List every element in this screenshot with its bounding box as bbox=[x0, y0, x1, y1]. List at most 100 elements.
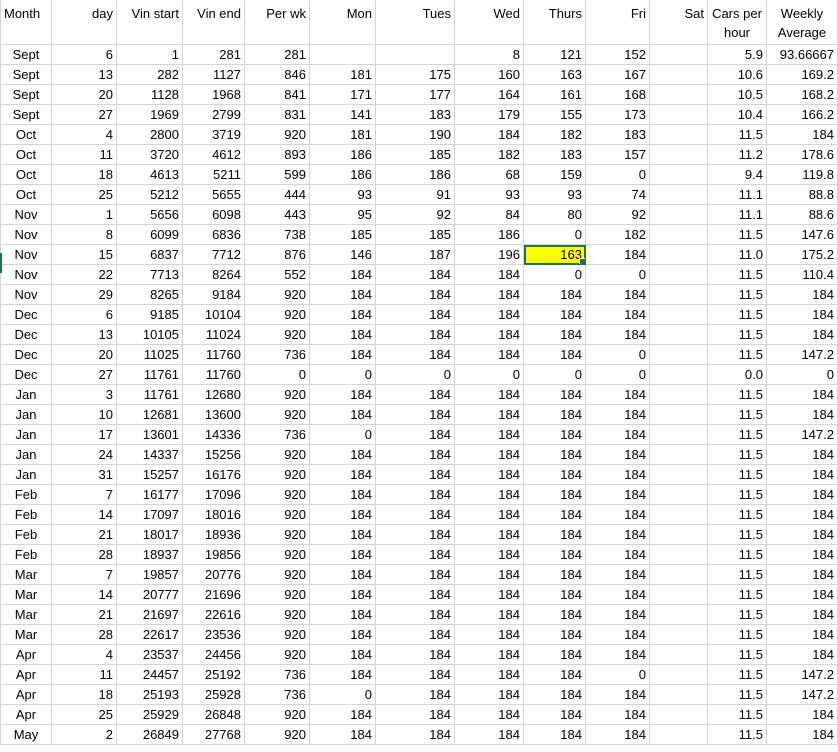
cell-vin-end[interactable]: 14336 bbox=[183, 425, 245, 445]
cell-mon[interactable]: 184 bbox=[310, 285, 376, 305]
cell-vin-start[interactable]: 1128 bbox=[117, 85, 183, 105]
cell-per-wk[interactable]: 920 bbox=[245, 465, 310, 485]
column-header-month[interactable]: Month bbox=[0, 0, 52, 45]
cell-tues[interactable]: 0 bbox=[376, 365, 455, 385]
cell-thurs[interactable]: 159 bbox=[524, 165, 586, 185]
cell-day[interactable]: 18 bbox=[52, 165, 117, 185]
cell-mon[interactable]: 181 bbox=[310, 65, 376, 85]
cell-wed[interactable]: 8 bbox=[455, 45, 524, 65]
cell-fri[interactable]: 184 bbox=[586, 445, 650, 465]
cell-day[interactable]: 28 bbox=[52, 545, 117, 565]
cell-wed[interactable]: 184 bbox=[455, 585, 524, 605]
cell-day[interactable]: 4 bbox=[52, 125, 117, 145]
cell-month[interactable]: Jan bbox=[0, 385, 52, 405]
cell-fri[interactable]: 184 bbox=[586, 505, 650, 525]
column-header-sat[interactable]: Sat bbox=[650, 0, 708, 45]
cell-day[interactable]: 29 bbox=[52, 285, 117, 305]
cell-per-wk[interactable]: 893 bbox=[245, 145, 310, 165]
cell-tues[interactable]: 186 bbox=[376, 165, 455, 185]
cell-tues[interactable]: 184 bbox=[376, 685, 455, 705]
cell-mon[interactable]: 184 bbox=[310, 325, 376, 345]
cell-cars-per-hour[interactable]: 0.0 bbox=[708, 365, 767, 385]
cell-vin-start[interactable]: 2800 bbox=[117, 125, 183, 145]
cell-per-wk[interactable]: 876 bbox=[245, 245, 310, 265]
cell-vin-end[interactable]: 26848 bbox=[183, 705, 245, 725]
cell-fri[interactable]: 173 bbox=[586, 105, 650, 125]
cell-vin-start[interactable]: 17097 bbox=[117, 505, 183, 525]
cell-wed[interactable]: 184 bbox=[455, 665, 524, 685]
cell-vin-start[interactable]: 4613 bbox=[117, 165, 183, 185]
cell-sat[interactable] bbox=[650, 545, 708, 565]
cell-sat[interactable] bbox=[650, 285, 708, 305]
cell-month[interactable]: Feb bbox=[0, 525, 52, 545]
cell-day[interactable]: 20 bbox=[52, 345, 117, 365]
cell-month[interactable]: Sept bbox=[0, 85, 52, 105]
cell-cars-per-hour[interactable]: 11.5 bbox=[708, 665, 767, 685]
cell-wed[interactable]: 184 bbox=[455, 345, 524, 365]
cell-month[interactable]: Mar bbox=[0, 625, 52, 645]
cell-sat[interactable] bbox=[650, 705, 708, 725]
cell-month[interactable]: Oct bbox=[0, 125, 52, 145]
cell-weekly-average[interactable]: 184 bbox=[767, 525, 838, 545]
cell-thurs[interactable]: 184 bbox=[524, 425, 586, 445]
cell-vin-start[interactable]: 14337 bbox=[117, 445, 183, 465]
cell-cars-per-hour[interactable]: 10.5 bbox=[708, 85, 767, 105]
cell-month[interactable]: Nov bbox=[0, 285, 52, 305]
cell-mon[interactable]: 0 bbox=[310, 685, 376, 705]
cell-mon[interactable]: 181 bbox=[310, 125, 376, 145]
cell-tues[interactable]: 184 bbox=[376, 725, 455, 745]
cell-mon[interactable]: 186 bbox=[310, 165, 376, 185]
cell-thurs[interactable]: 184 bbox=[524, 505, 586, 525]
cell-day[interactable]: 27 bbox=[52, 105, 117, 125]
cell-thurs[interactable]: 184 bbox=[524, 665, 586, 685]
cell-day[interactable]: 10 bbox=[52, 405, 117, 425]
cell-vin-start[interactable]: 23537 bbox=[117, 645, 183, 665]
cell-per-wk[interactable]: 920 bbox=[245, 505, 310, 525]
cell-vin-end[interactable]: 2799 bbox=[183, 105, 245, 125]
cell-mon[interactable]: 184 bbox=[310, 305, 376, 325]
cell-weekly-average[interactable]: 184 bbox=[767, 285, 838, 305]
cell-sat[interactable] bbox=[650, 585, 708, 605]
cell-vin-end[interactable]: 13600 bbox=[183, 405, 245, 425]
cell-thurs[interactable]: 182 bbox=[524, 125, 586, 145]
cell-cars-per-hour[interactable]: 5.9 bbox=[708, 45, 767, 65]
cell-weekly-average[interactable]: 147.2 bbox=[767, 345, 838, 365]
cell-tues[interactable]: 184 bbox=[376, 325, 455, 345]
cell-sat[interactable] bbox=[650, 265, 708, 285]
cell-mon[interactable]: 146 bbox=[310, 245, 376, 265]
cell-fri[interactable]: 184 bbox=[586, 285, 650, 305]
cell-vin-end[interactable]: 1968 bbox=[183, 85, 245, 105]
cell-sat[interactable] bbox=[650, 465, 708, 485]
cell-vin-end[interactable]: 8264 bbox=[183, 265, 245, 285]
cell-tues[interactable]: 183 bbox=[376, 105, 455, 125]
cell-mon[interactable]: 95 bbox=[310, 205, 376, 225]
cell-day[interactable]: 14 bbox=[52, 505, 117, 525]
cell-cars-per-hour[interactable]: 11.5 bbox=[708, 485, 767, 505]
cell-mon[interactable]: 184 bbox=[310, 645, 376, 665]
cell-month[interactable]: Apr bbox=[0, 645, 52, 665]
cell-sat[interactable] bbox=[650, 85, 708, 105]
cell-fri[interactable]: 184 bbox=[586, 525, 650, 545]
cell-thurs[interactable]: 121 bbox=[524, 45, 586, 65]
cell-vin-end[interactable]: 1127 bbox=[183, 65, 245, 85]
cell-wed[interactable]: 184 bbox=[455, 325, 524, 345]
cell-weekly-average[interactable]: 184 bbox=[767, 325, 838, 345]
cell-mon[interactable]: 186 bbox=[310, 145, 376, 165]
cell-month[interactable]: Dec bbox=[0, 365, 52, 385]
cell-fri[interactable]: 184 bbox=[586, 385, 650, 405]
cell-wed[interactable]: 160 bbox=[455, 65, 524, 85]
cell-mon[interactable]: 0 bbox=[310, 365, 376, 385]
cell-sat[interactable] bbox=[650, 145, 708, 165]
cell-vin-end[interactable]: 5211 bbox=[183, 165, 245, 185]
cell-weekly-average[interactable]: 184 bbox=[767, 505, 838, 525]
cell-sat[interactable] bbox=[650, 325, 708, 345]
cell-cars-per-hour[interactable]: 11.5 bbox=[708, 385, 767, 405]
cell-sat[interactable] bbox=[650, 525, 708, 545]
cell-mon[interactable]: 184 bbox=[310, 605, 376, 625]
cell-wed[interactable]: 184 bbox=[455, 505, 524, 525]
cell-thurs[interactable]: 184 bbox=[524, 445, 586, 465]
cell-day[interactable]: 18 bbox=[52, 685, 117, 705]
cell-thurs[interactable]: 184 bbox=[524, 405, 586, 425]
cell-cars-per-hour[interactable]: 11.5 bbox=[708, 505, 767, 525]
cell-wed[interactable]: 184 bbox=[455, 605, 524, 625]
